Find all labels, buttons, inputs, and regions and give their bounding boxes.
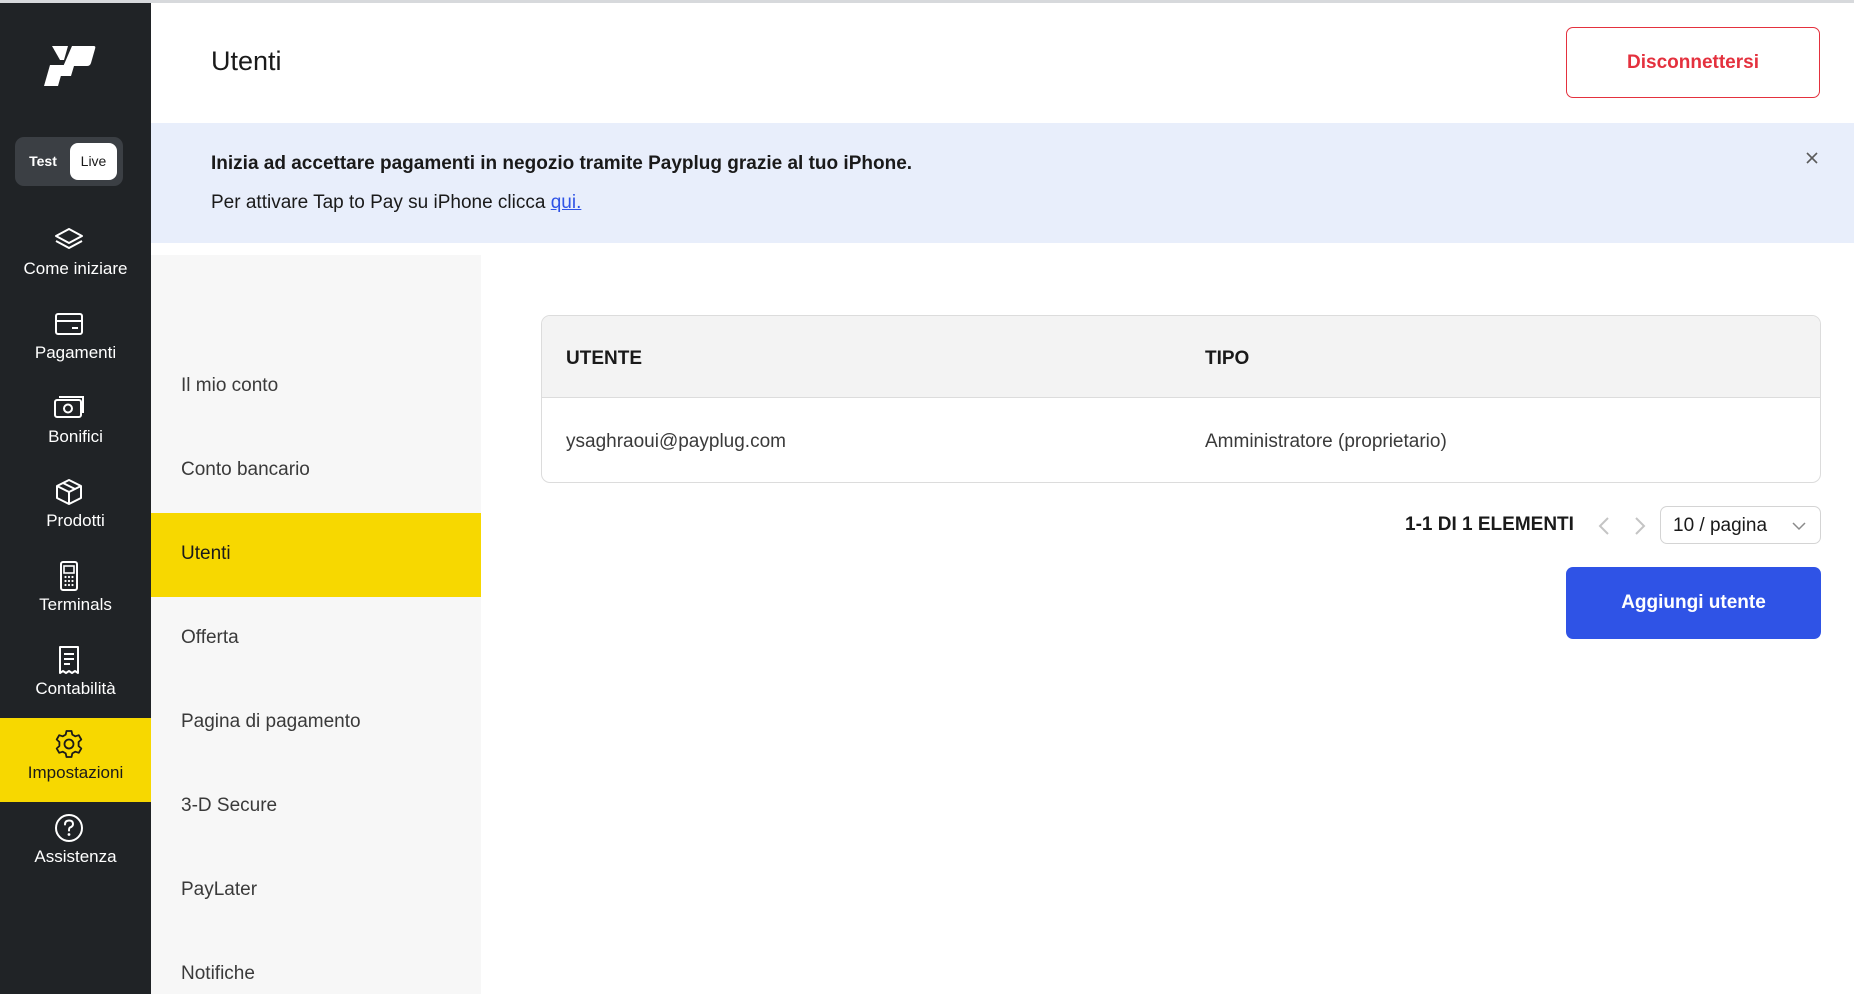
previous-page-icon[interactable] (1593, 512, 1615, 540)
toggle-live[interactable]: Live (70, 143, 117, 180)
tap-to-pay-banner: Inizia ad accettare pagamenti in negozio… (151, 123, 1854, 243)
subnav-label: Utenti (181, 543, 231, 564)
subnav-item-utenti[interactable]: Utenti (151, 513, 481, 597)
subnav-item-3d-secure[interactable]: 3-D Secure (151, 765, 481, 849)
terminal-icon (60, 561, 78, 591)
subnav-item-il-mio-conto[interactable]: Il mio conto (151, 345, 481, 429)
nav-label: Pagamenti (34, 343, 117, 362)
subnav-item-paylater[interactable]: PayLater (151, 849, 481, 933)
settings-subnav: Il mio conto Conto bancario Utenti Offer… (151, 255, 481, 994)
banner-link[interactable]: qui. (551, 192, 582, 213)
pagination-count: 1-1 DI 1 ELEMENTI (1405, 514, 1574, 535)
subnav-label: Notifiche (181, 963, 255, 984)
page-size-select[interactable]: 10 / pagina (1660, 506, 1821, 544)
subnav-label: Il mio conto (181, 375, 279, 396)
page-size-value: 10 / pagina (1673, 515, 1768, 536)
main-sidebar: Test Live Come iniziare Pagamenti Bonifi… (0, 3, 151, 994)
gear-icon (55, 730, 83, 758)
subnav-label: 3-D Secure (181, 795, 278, 816)
page-title: Utenti (211, 46, 282, 76)
subnav-label: Conto bancario (181, 459, 310, 480)
subnav-item-offerta[interactable]: Offerta (151, 597, 481, 681)
top-border (0, 0, 1854, 3)
subnav-label: Offerta (181, 627, 239, 648)
user-type-cell: Amministratore (proprietario) (1205, 431, 1447, 452)
table-header: UTENTE TIPO (542, 316, 1820, 398)
payplug-logo[interactable] (44, 43, 96, 89)
subnav-item-notifiche[interactable]: Notifiche (151, 933, 481, 994)
next-page-icon[interactable] (1629, 512, 1651, 540)
nav-item-come-iniziare[interactable]: Come iniziare (0, 214, 151, 298)
logout-button[interactable]: Disconnettersi (1566, 27, 1820, 98)
nav-label: Prodotti (46, 511, 105, 530)
help-icon (55, 814, 83, 842)
nav-item-contabilita[interactable]: Contabilità (0, 634, 151, 718)
environment-toggle[interactable]: Test Live (15, 137, 123, 186)
nav-item-terminals[interactable]: Terminals (0, 550, 151, 634)
close-icon[interactable] (1799, 145, 1825, 171)
card-icon (55, 313, 83, 335)
column-header-tipo: TIPO (1205, 348, 1250, 369)
user-email-cell: ysaghraoui@payplug.com (566, 431, 786, 452)
toggle-test[interactable]: Test (21, 143, 65, 180)
nav-label: Terminals (39, 595, 112, 614)
nav-label: Come iniziare (23, 259, 128, 278)
users-table: UTENTE TIPO ysaghraoui@payplug.com Ammin… (541, 315, 1821, 483)
banner-title: Inizia ad accettare pagamenti in negozio… (211, 153, 913, 174)
subnav-label: PayLater (181, 879, 258, 900)
add-user-button[interactable]: Aggiungi utente (1566, 567, 1821, 639)
nav-label: Impostazioni (27, 763, 124, 782)
subnav-item-conto-bancario[interactable]: Conto bancario (151, 429, 481, 513)
subnav-label: Pagina di pagamento (181, 711, 361, 732)
layers-icon (55, 228, 83, 249)
subnav-item-pagina-di-pagamento[interactable]: Pagina di pagamento (151, 681, 481, 765)
chevron-down-icon (1792, 522, 1806, 531)
cash-icon (54, 396, 84, 418)
nav-item-assistenza[interactable]: Assistenza (0, 802, 151, 886)
box-icon (56, 479, 82, 505)
banner-text-prefix: Per attivare Tap to Pay su iPhone clicca (211, 192, 551, 213)
nav-label: Bonifici (48, 427, 103, 446)
nav-item-impostazioni[interactable]: Impostazioni (0, 718, 151, 802)
nav-label: Contabilità (35, 679, 116, 698)
receipt-icon (59, 646, 79, 674)
nav-item-pagamenti[interactable]: Pagamenti (0, 298, 151, 382)
column-header-utente: UTENTE (566, 348, 642, 369)
nav-item-bonifici[interactable]: Bonifici (0, 382, 151, 466)
nav-label: Assistenza (34, 847, 117, 866)
nav-item-prodotti[interactable]: Prodotti (0, 466, 151, 550)
banner-text: Per attivare Tap to Pay su iPhone clicca… (211, 192, 581, 214)
